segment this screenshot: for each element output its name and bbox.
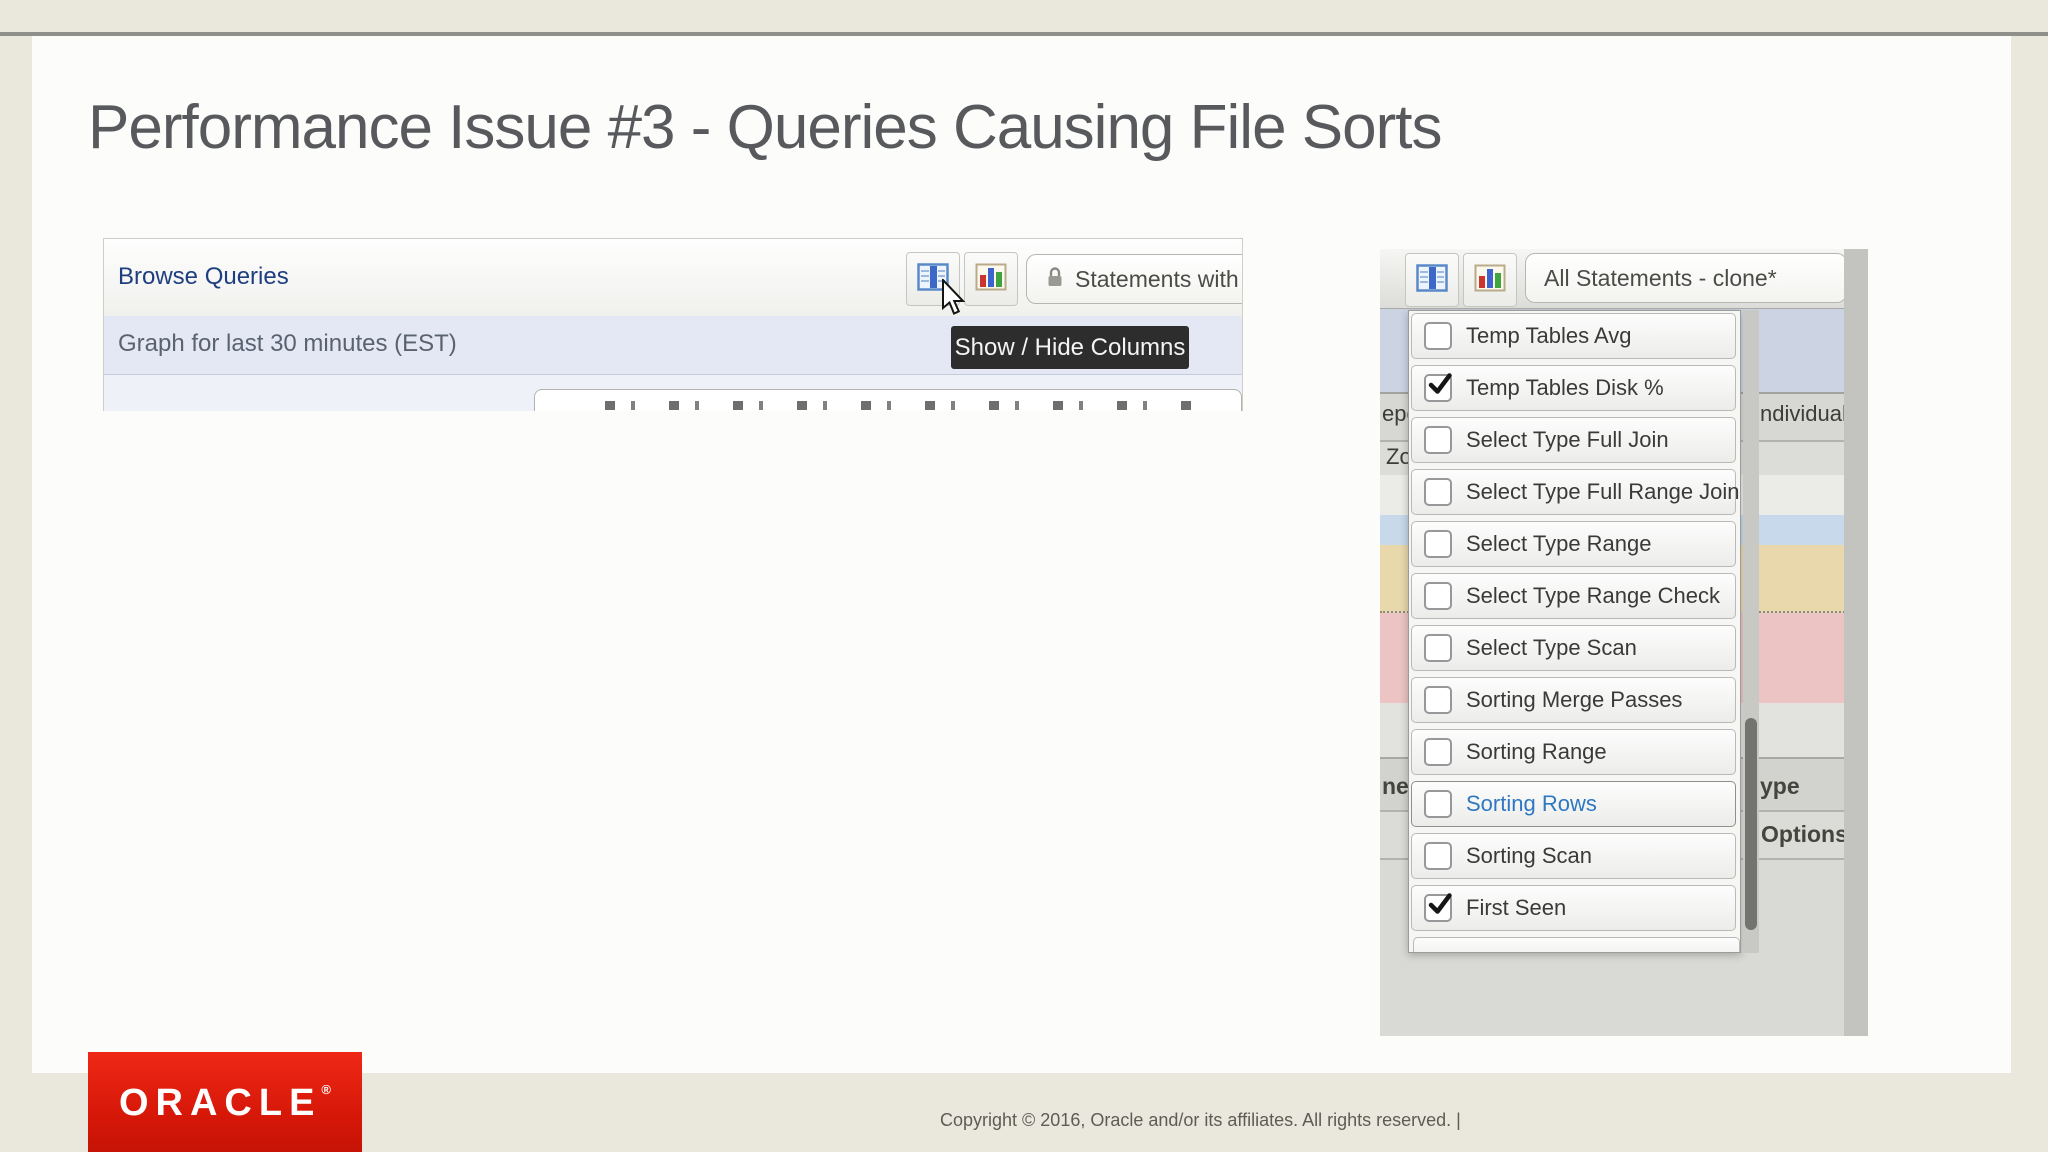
oracle-wordmark: ORACLE®: [118, 1082, 332, 1124]
checkbox[interactable]: [1424, 790, 1452, 818]
column-menu-item[interactable]: Sorting Range: [1411, 729, 1736, 775]
column-menu-item-label: Select Type Range: [1466, 531, 1652, 556]
statements-panel: epo ndividual) Zo ne ype Options All Sta…: [1380, 249, 1868, 1036]
checkbox[interactable]: [1424, 686, 1452, 714]
browse-queries-panel: Browse Queries Statements with Graph for…: [103, 238, 1243, 411]
checkbox[interactable]: [1424, 893, 1452, 922]
column-menu-item[interactable]: Select Type Scan: [1411, 625, 1736, 671]
column-menu-list: Temp Tables Avg Temp Tables Disk % Selec…: [1411, 313, 1740, 931]
checkbox[interactable]: [1424, 322, 1452, 350]
column-menu-item-label: Sorting Scan: [1466, 843, 1592, 868]
copyright-text: Copyright © 2016, Oracle and/or its affi…: [940, 1110, 1461, 1130]
bg-fragment-name: ne: [1382, 773, 1409, 799]
column-menu-item-label: Temp Tables Disk %: [1466, 375, 1664, 400]
checkbox[interactable]: [1424, 478, 1452, 506]
table-columns-icon: [1416, 263, 1448, 297]
column-menu-item[interactable]: Temp Tables Avg: [1411, 313, 1736, 359]
column-menu-item-label: Select Type Scan: [1466, 635, 1637, 660]
checkbox[interactable]: [1424, 582, 1452, 610]
bar-chart-icon: [1474, 264, 1506, 297]
checkbox[interactable]: [1424, 530, 1452, 558]
bg-fragment-individual: ndividual): [1760, 401, 1855, 426]
column-menu-item-label: Sorting Merge Passes: [1466, 687, 1683, 712]
menu-item-partial: [1413, 937, 1740, 952]
column-menu-item-label: Select Type Full Join: [1466, 427, 1669, 452]
column-menu-item[interactable]: Select Type Full Join: [1411, 417, 1736, 463]
checkbox[interactable]: [1424, 634, 1452, 662]
panel-right-edge: [1844, 249, 1868, 1036]
column-menu: Temp Tables Avg Temp Tables Disk % Selec…: [1408, 310, 1741, 953]
oracle-logo: ORACLE®: [88, 1052, 362, 1152]
slide-stage: Performance Issue #3 - Queries Causing F…: [0, 0, 2048, 1152]
column-menu-item-label: Sorting Range: [1466, 739, 1607, 764]
menu-scrollbar-thumb[interactable]: [1745, 718, 1757, 930]
column-menu-item[interactable]: First Seen: [1411, 885, 1736, 931]
page-title: Performance Issue #3 - Queries Causing F…: [88, 93, 1442, 162]
bg-fragment-type: ype: [1760, 773, 1800, 799]
checkmark-icon: [1424, 370, 1454, 405]
bg-fragment-options: Options: [1761, 821, 1848, 847]
column-menu-item-label: Select Type Full Range Join: [1466, 479, 1740, 504]
checkmark-icon: [1424, 890, 1454, 925]
column-menu-item-label: Sorting Rows: [1466, 791, 1597, 816]
tooltip: Show / Hide Columns: [951, 326, 1189, 369]
registered-mark: ®: [321, 1082, 332, 1097]
checkbox[interactable]: [1424, 738, 1452, 766]
clipped-text-tops: [605, 401, 1205, 410]
column-menu-item-label: Temp Tables Avg: [1466, 323, 1632, 348]
all-statements-filter-label: All Statements - clone*: [1544, 264, 1777, 291]
statements-filter-label: Statements with: [1075, 265, 1239, 292]
column-menu-item-label: First Seen: [1466, 895, 1567, 920]
checkbox[interactable]: [1424, 426, 1452, 454]
graph-caption: Graph for last 30 minutes (EST): [118, 330, 457, 357]
column-menu-item[interactable]: Select Type Range Check: [1411, 573, 1736, 619]
column-menu-item[interactable]: Sorting Scan: [1411, 833, 1736, 879]
all-statements-filter-button[interactable]: All Statements - clone*: [1525, 253, 1847, 303]
statements-filter-button[interactable]: Statements with: [1026, 254, 1242, 304]
show-hide-graphs-button[interactable]: [964, 252, 1018, 306]
show-hide-columns-button[interactable]: [1405, 253, 1459, 307]
column-menu-item[interactable]: Sorting Merge Passes: [1411, 677, 1736, 723]
checkbox[interactable]: [1424, 842, 1452, 870]
column-menu-item-label: Select Type Range Check: [1466, 583, 1720, 608]
column-menu-item[interactable]: Sorting Rows: [1411, 781, 1736, 827]
checkbox[interactable]: [1424, 373, 1452, 402]
browse-queries-header: Browse Queries Statements with: [104, 239, 1242, 317]
mouse-cursor: [940, 277, 968, 322]
show-hide-graphs-button[interactable]: [1463, 253, 1517, 307]
column-menu-item[interactable]: Select Type Range: [1411, 521, 1736, 567]
lock-icon: [1045, 265, 1065, 294]
bar-chart-icon: [975, 263, 1007, 296]
column-menu-item[interactable]: Temp Tables Disk %: [1411, 365, 1736, 411]
column-menu-item[interactable]: Select Type Full Range Join: [1411, 469, 1740, 515]
clipped-popup-top: [534, 389, 1242, 411]
panel-title: Browse Queries: [118, 263, 289, 290]
